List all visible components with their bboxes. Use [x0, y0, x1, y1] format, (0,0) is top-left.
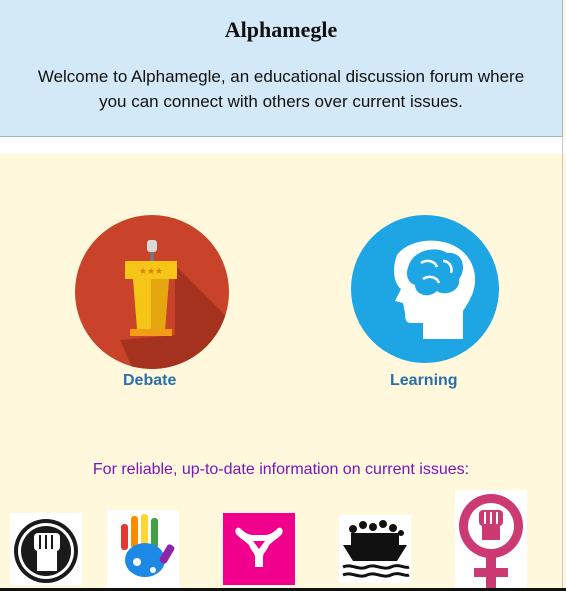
podium-icon: ★★★	[75, 215, 229, 369]
pride-link[interactable]	[107, 510, 179, 588]
info-text: For reliable, up-to-date information on …	[92, 461, 470, 478]
feminism-link[interactable]	[455, 490, 527, 588]
page-edge-divider	[562, 137, 563, 591]
header-spacer	[0, 137, 566, 154]
sinking-ship-icon	[339, 515, 411, 583]
raised-fist-icon	[10, 513, 82, 585]
reproductive-rights-link[interactable]	[223, 513, 295, 585]
svg-text:★★★: ★★★	[139, 267, 163, 277]
feminist-fist-icon	[455, 490, 527, 588]
learning-label: Learning	[390, 372, 458, 389]
site-header: Alphamegle Welcome to Alphamegle, an edu…	[0, 0, 563, 137]
rainbow-hand-icon	[107, 510, 179, 588]
learning-category-link[interactable]: Learning	[351, 215, 499, 389]
site-title: Alphamegle	[224, 17, 338, 42]
black-lives-matter-link[interactable]	[10, 513, 82, 585]
refugee-crisis-link[interactable]	[339, 515, 411, 583]
uterus-icon	[223, 513, 295, 585]
welcome-text: Welcome to Alphamegle, an educational di…	[37, 67, 525, 111]
debate-label: Debate	[123, 372, 177, 389]
brain-head-icon	[351, 215, 499, 363]
debate-category-link[interactable]: ★★★ Debate	[75, 215, 229, 389]
